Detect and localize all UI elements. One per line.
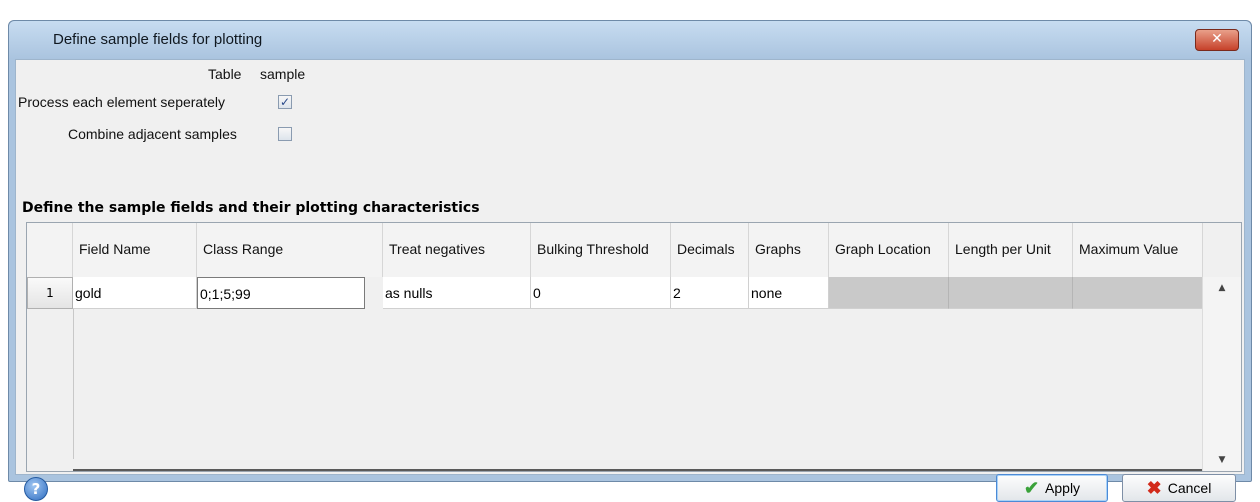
close-icon: ✕	[1211, 31, 1223, 47]
cell-graph-location	[829, 277, 949, 309]
cell-decimals[interactable]: 2	[671, 277, 749, 309]
cancel-label: Cancel	[1167, 480, 1212, 496]
close-button[interactable]: ✕	[1195, 29, 1239, 51]
process-each-element-label: Process each element seperately	[18, 94, 225, 110]
column-header-graph-location[interactable]: Graph Location	[829, 223, 949, 277]
cancel-x-icon: ✖	[1146, 477, 1162, 498]
column-header-treat-negatives[interactable]: Treat negatives	[383, 223, 531, 277]
column-header-bulking-threshold[interactable]: Bulking Threshold	[531, 223, 671, 277]
dialog-content: Table sample Process each element sepera…	[15, 59, 1245, 502]
cell-graphs[interactable]: none	[749, 277, 829, 309]
table-value: sample	[260, 66, 306, 82]
cell-bulking-threshold[interactable]: 0	[531, 277, 671, 309]
grid-bottom-divider	[73, 469, 1203, 471]
cell-length-per-unit	[949, 277, 1073, 309]
process-each-element-checkbox[interactable]: ✓	[278, 95, 292, 109]
title-bar: Define sample fields for plotting ✕	[9, 21, 1251, 59]
column-header-field-name[interactable]: Field Name	[73, 223, 197, 277]
cell-maximum-value	[1073, 277, 1203, 309]
help-icon: ?	[31, 480, 41, 498]
apply-label: Apply	[1045, 480, 1081, 496]
cell-field-name[interactable]: gold	[73, 277, 197, 309]
cell-treat-negatives[interactable]: as nulls	[383, 277, 531, 309]
column-header-graphs[interactable]: Graphs	[749, 223, 829, 277]
checkmark-icon: ✔	[1023, 477, 1040, 498]
section-title: Define the sample fields and their plott…	[22, 200, 480, 216]
row-header-corner	[27, 223, 73, 277]
cell-class-range[interactable]: 0;1;5;99	[197, 277, 365, 309]
fields-grid: Field Name Class Range Treat negatives B…	[26, 222, 1242, 472]
checkmark-icon: ✓	[279, 95, 291, 109]
column-header-maximum-value[interactable]: Maximum Value	[1073, 223, 1203, 277]
column-header-length-per-unit[interactable]: Length per Unit	[949, 223, 1073, 277]
apply-button[interactable]: ✔ Apply	[996, 474, 1108, 502]
row-number[interactable]: 1	[27, 277, 73, 309]
column-header-class-range[interactable]: Class Range	[197, 223, 383, 277]
dialog-window: Define sample fields for plotting ✕ Tabl…	[8, 20, 1252, 502]
combine-adjacent-checkbox[interactable]	[278, 127, 292, 141]
arrow-up-icon[interactable]: ▲	[1203, 277, 1241, 299]
window-title: Define sample fields for plotting	[53, 31, 263, 48]
arrow-down-icon[interactable]: ▼	[1203, 449, 1241, 471]
combine-adjacent-label: Combine adjacent samples	[68, 126, 237, 142]
grid-header: Field Name Class Range Treat negatives B…	[27, 223, 1203, 277]
column-header-decimals[interactable]: Decimals	[671, 223, 749, 277]
table-row[interactable]: 1 gold 0;1;5;99 as nulls 0 2 none	[27, 277, 1203, 309]
vertical-scrollbar[interactable]: ▲ ▼	[1202, 277, 1241, 471]
grid-empty-area	[73, 309, 1204, 459]
cancel-button[interactable]: ✖ Cancel	[1122, 474, 1236, 502]
table-label: Table	[208, 66, 242, 82]
help-button[interactable]: ?	[24, 477, 48, 501]
